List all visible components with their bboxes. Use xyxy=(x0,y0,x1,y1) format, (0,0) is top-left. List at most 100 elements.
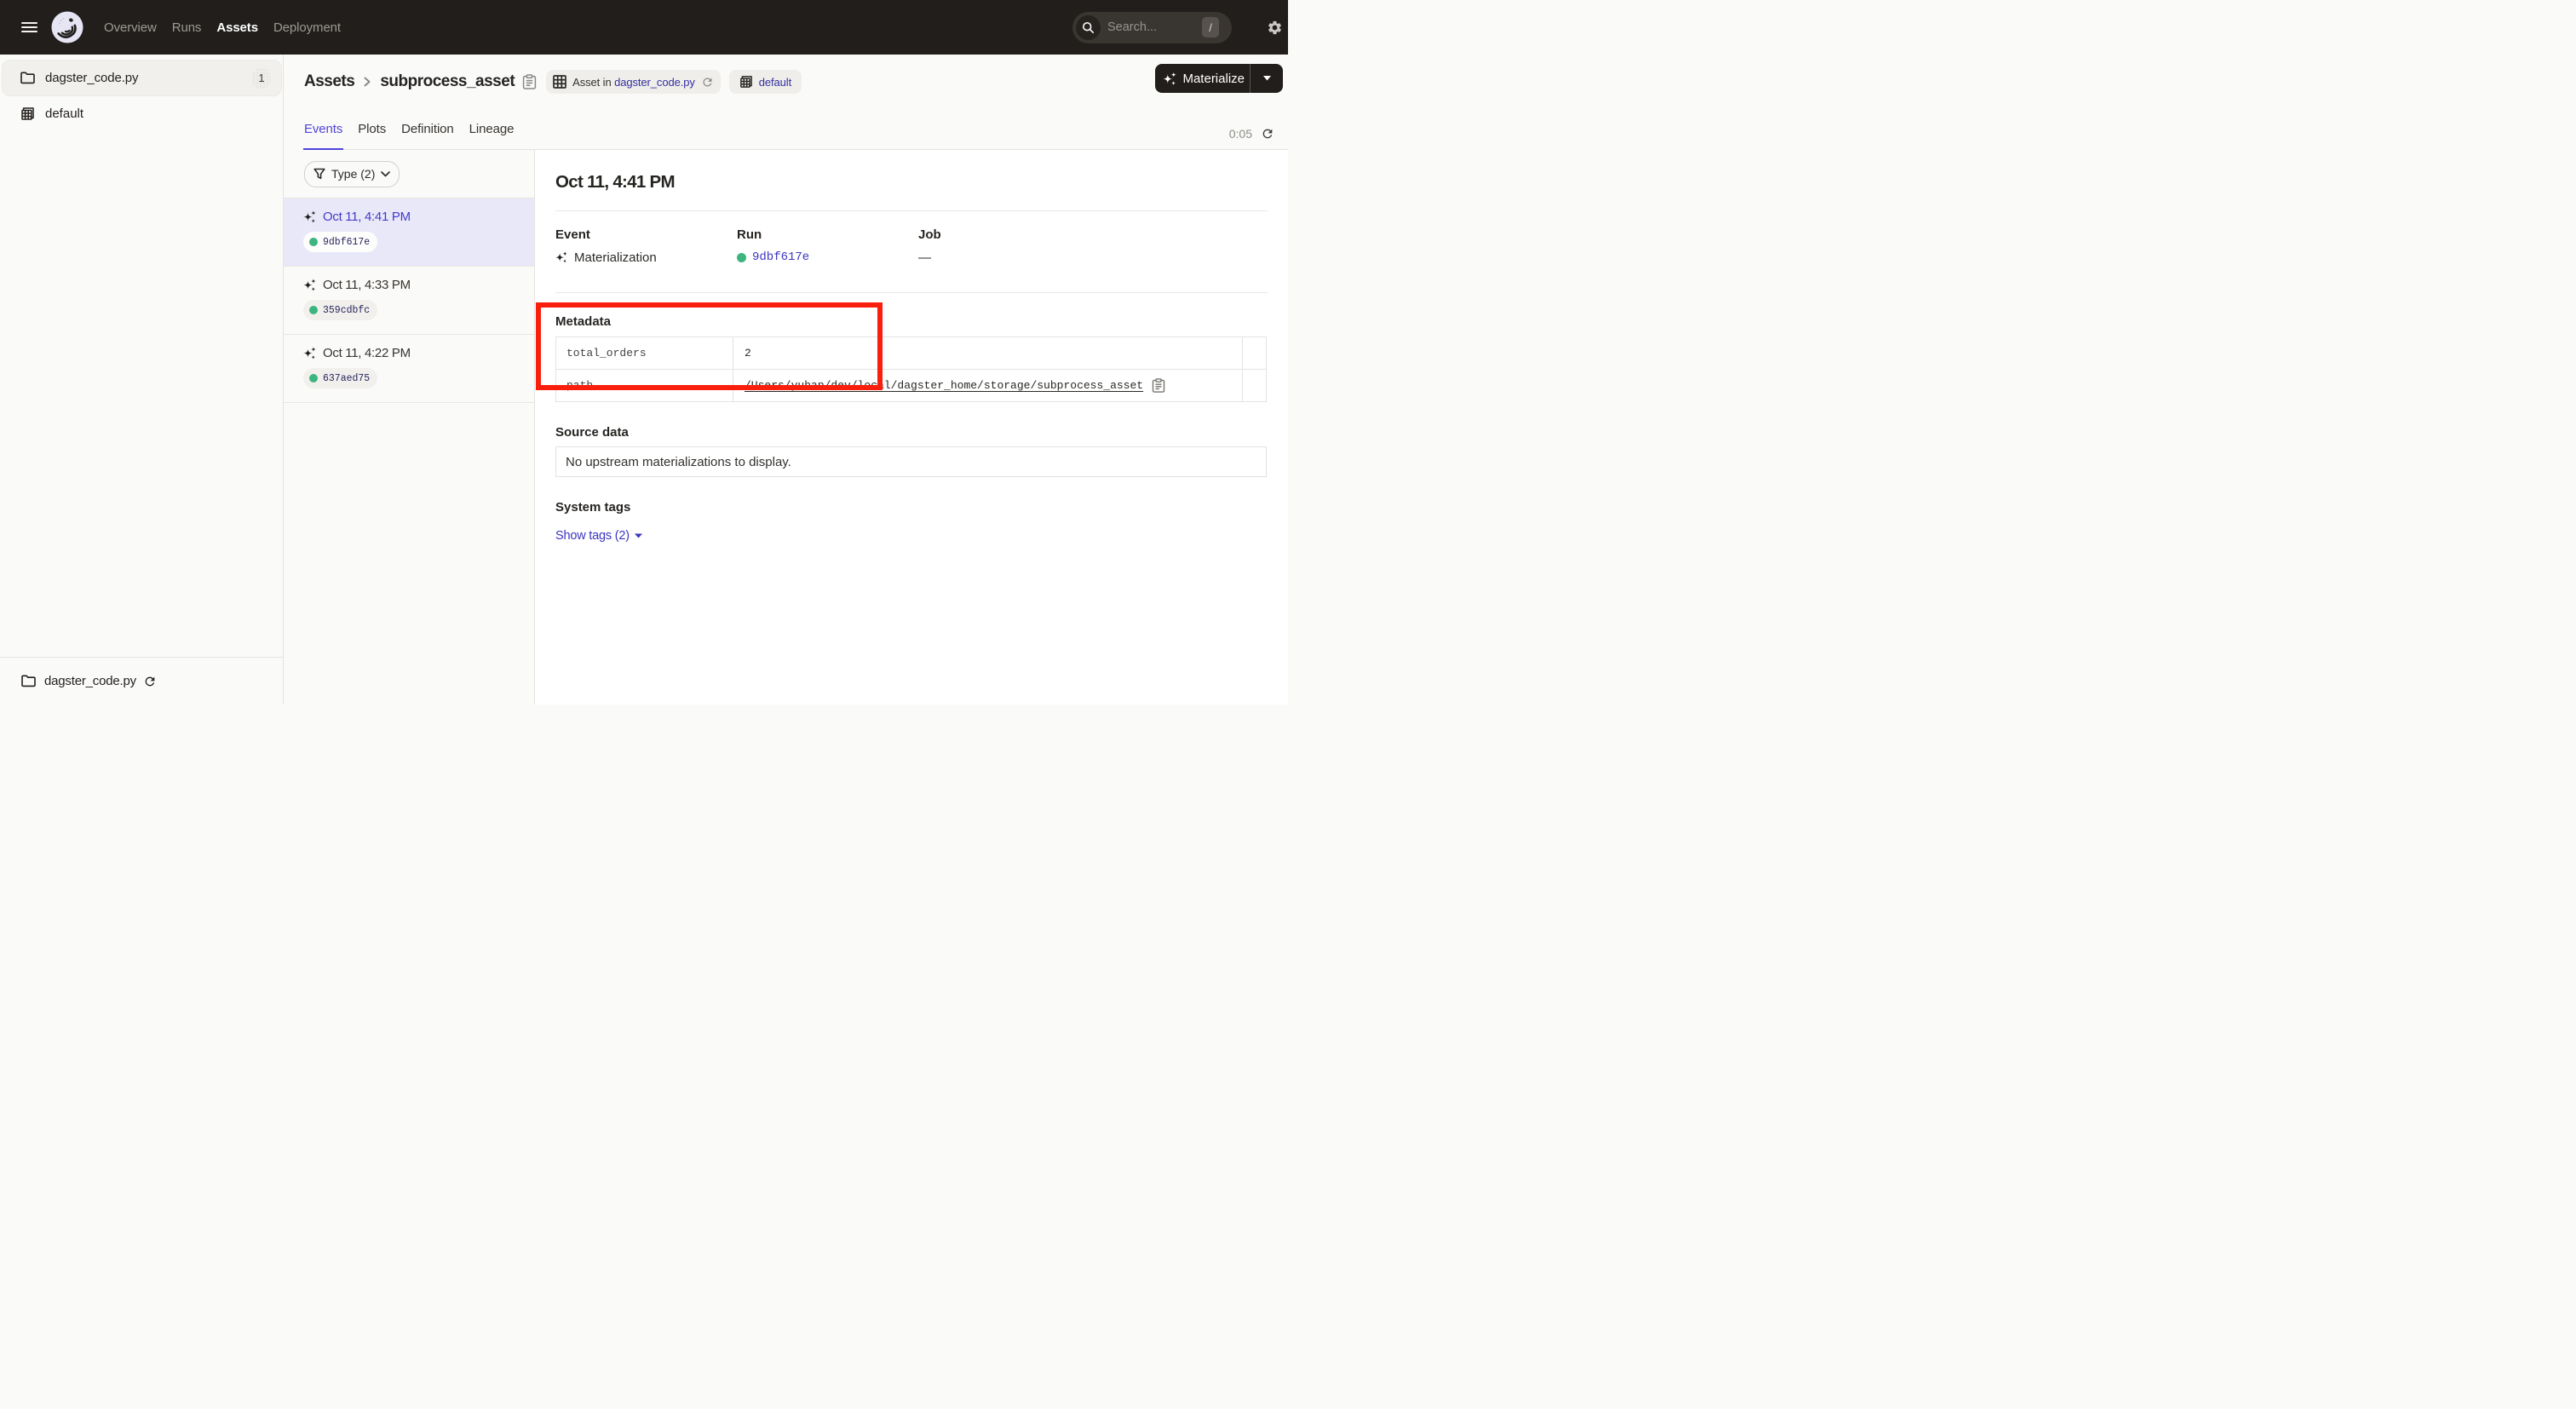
run-id: 359cdbfc xyxy=(323,305,370,316)
source-data-empty-message: No upstream materializations to display. xyxy=(566,455,791,469)
sidebar-group-label: dagster_code.py xyxy=(45,71,138,85)
caret-down-icon xyxy=(1263,76,1271,81)
nav-assets[interactable]: Assets xyxy=(216,20,258,35)
materialize-button[interactable]: Materialize xyxy=(1155,64,1283,93)
show-tags-toggle[interactable]: Show tags (2) xyxy=(555,529,642,543)
sidebar-group-count-badge: 1 xyxy=(252,68,271,89)
tab-plots[interactable]: Plots xyxy=(358,122,386,149)
asset-group-icon xyxy=(20,106,35,121)
nav-deployment[interactable]: Deployment xyxy=(273,20,341,35)
show-tags-label: Show tags (2) xyxy=(555,529,630,543)
run-id-badge[interactable]: 359cdbfc xyxy=(303,300,377,320)
reload-icon[interactable] xyxy=(143,675,157,688)
breadcrumb-row: Assets subprocess_asset Asset in dagster… xyxy=(304,55,1288,109)
nav-runs[interactable]: Runs xyxy=(172,20,202,35)
event-list-item[interactable]: Oct 11, 4:41 PM 9dbf617e xyxy=(284,198,534,266)
materialize-dropdown-button[interactable] xyxy=(1251,64,1283,93)
search-input[interactable]: Search... / xyxy=(1072,12,1232,43)
tab-lineage[interactable]: Lineage xyxy=(469,122,515,149)
run-id: 9dbf617e xyxy=(323,237,370,248)
table-grid-icon xyxy=(553,75,566,89)
source-data-empty-box: No upstream materializations to display. xyxy=(555,446,1267,477)
run-status-dot xyxy=(309,374,318,382)
clipboard-icon[interactable] xyxy=(1152,378,1165,393)
run-column-label: Run xyxy=(737,227,918,242)
code-location-label: dagster_code.py xyxy=(44,674,136,688)
run-id-link[interactable]: 9dbf617e xyxy=(752,250,809,264)
event-timestamp-link[interactable]: Oct 11, 4:41 PM xyxy=(323,210,411,224)
filter-row: Type (2) xyxy=(284,150,534,198)
folder-icon xyxy=(21,675,36,687)
clipboard-icon xyxy=(522,74,537,89)
materialization-sparkle-icon xyxy=(555,250,568,264)
run-id-badge[interactable]: 637aed75 xyxy=(303,368,377,388)
horizontal-divider xyxy=(555,292,1268,293)
type-filter-label: Type (2) xyxy=(331,167,375,181)
metadata-table: total_orders 2 path /Users/yuhan/dev/loc… xyxy=(555,336,1267,402)
asset-definition-text: Asset in dagster_code.py xyxy=(572,76,695,89)
code-location-footer: dagster_code.py xyxy=(0,657,283,704)
metadata-key: total_orders xyxy=(556,337,733,370)
topbar-right-controls: Search... / xyxy=(1072,9,1288,45)
chevron-right-icon xyxy=(363,75,371,89)
copy-asset-name-button[interactable] xyxy=(522,74,537,89)
materialization-sparkle-icon xyxy=(303,346,317,360)
run-status-dot xyxy=(309,306,318,314)
search-icon xyxy=(1076,15,1101,40)
event-list-item[interactable]: Oct 11, 4:22 PM 637aed75 xyxy=(284,334,534,402)
dagster-logo-icon[interactable] xyxy=(51,11,83,43)
metadata-row-path: path /Users/yuhan/dev/local/dagster_home… xyxy=(556,370,1267,402)
type-filter-button[interactable]: Type (2) xyxy=(304,161,400,187)
menu-icon[interactable] xyxy=(21,22,37,32)
job-column: Job — xyxy=(918,227,1268,266)
search-shortcut-key: / xyxy=(1202,17,1219,37)
event-list-end-divider xyxy=(284,402,534,403)
asset-group-link[interactable]: default xyxy=(759,76,791,89)
auto-refresh-control: 0:05 xyxy=(1229,127,1274,141)
reload-icon[interactable] xyxy=(701,76,714,89)
sidebar-item-default[interactable]: default xyxy=(0,96,283,130)
event-timestamp-link[interactable]: Oct 11, 4:33 PM xyxy=(323,278,411,292)
events-list-panel: Type (2) Oct 11, 4:41 PM 9dbf617e xyxy=(284,150,535,704)
nav-overview[interactable]: Overview xyxy=(104,20,157,35)
materialization-sparkle-icon xyxy=(303,210,317,224)
run-column: Run 9dbf617e xyxy=(737,227,918,266)
code-file-link[interactable]: dagster_code.py xyxy=(614,76,695,89)
metadata-path-link[interactable]: /Users/yuhan/dev/local/dagster_home/stor… xyxy=(745,379,1143,392)
event-type-value: Materialization xyxy=(574,250,657,265)
filter-funnel-icon xyxy=(313,168,325,180)
metadata-heading: Metadata xyxy=(555,314,1268,329)
asset-tabs: Events Plots Definition Lineage 0:05 xyxy=(304,109,1288,150)
run-status-dot xyxy=(309,238,318,246)
run-id-badge[interactable]: 9dbf617e xyxy=(303,232,377,252)
refresh-icon[interactable] xyxy=(1261,127,1274,141)
event-column: Event Materialization xyxy=(555,227,737,266)
main-panel: Assets subprocess_asset Asset in dagster… xyxy=(284,55,1288,704)
refresh-countdown: 0:05 xyxy=(1229,127,1252,141)
search-placeholder: Search... xyxy=(1107,20,1157,34)
source-data-heading: Source data xyxy=(555,425,1268,440)
chevron-down-icon xyxy=(381,171,390,177)
tab-events[interactable]: Events xyxy=(304,122,342,149)
event-detail-title: Oct 11, 4:41 PM xyxy=(555,170,1268,193)
top-navigation-bar: Overview Runs Assets Deployment Search..… xyxy=(0,0,1288,55)
content-area: Type (2) Oct 11, 4:41 PM 9dbf617e xyxy=(284,150,1288,704)
tab-list: Events Plots Definition Lineage xyxy=(304,122,514,149)
horizontal-divider xyxy=(555,210,1268,211)
settings-button[interactable] xyxy=(1267,9,1283,45)
breadcrumb-assets[interactable]: Assets xyxy=(304,72,354,91)
event-list-item[interactable]: Oct 11, 4:33 PM 359cdbfc xyxy=(284,266,534,334)
system-tags-heading: System tags xyxy=(555,500,1268,515)
sidebar-group-dagster-code[interactable]: dagster_code.py 1 xyxy=(2,60,282,96)
asset-page-header: Assets subprocess_asset Asset in dagster… xyxy=(284,55,1288,150)
event-timestamp-link[interactable]: Oct 11, 4:22 PM xyxy=(323,346,411,360)
folder-icon xyxy=(20,72,35,84)
caret-down-icon xyxy=(635,533,642,538)
job-column-label: Job xyxy=(918,227,1268,242)
asset-group-tag: default xyxy=(729,70,802,94)
event-column-label: Event xyxy=(555,227,737,242)
app-layout: dagster_code.py 1 default dagster_code.p… xyxy=(0,55,1288,704)
tab-definition[interactable]: Definition xyxy=(401,122,454,149)
event-detail-pane: Oct 11, 4:41 PM Event Materialization Ru… xyxy=(535,150,1288,704)
materialization-sparkle-icon xyxy=(303,278,317,292)
